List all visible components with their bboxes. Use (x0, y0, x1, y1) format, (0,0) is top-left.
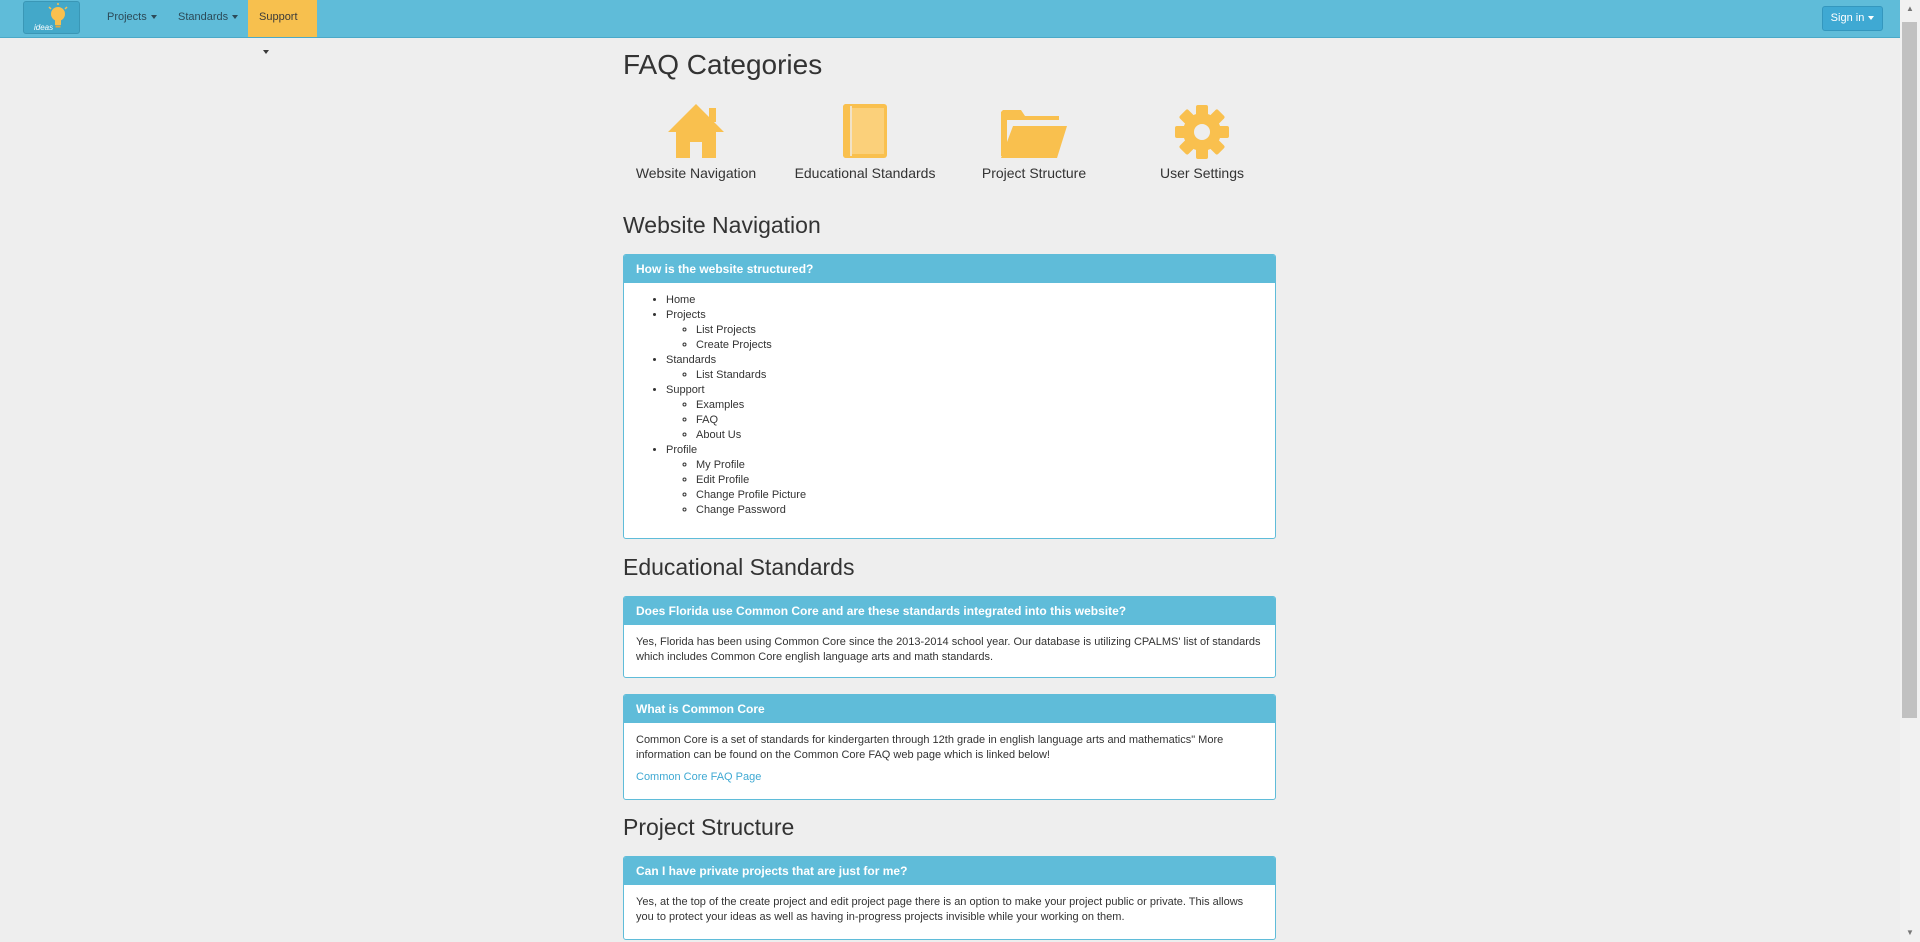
caret-down-icon (263, 50, 269, 55)
faq-answer-text: Common Core is a set of standards for ki… (636, 734, 1224, 761)
top-navbar: ideas Projects Standards Support Sign in (0, 0, 1900, 55)
caret-down-icon (1868, 16, 1875, 21)
list-item: Projects List Projects Create Projects (666, 308, 1263, 353)
caret-down-icon (232, 15, 239, 20)
scroll-up-arrow-icon[interactable]: ▲ (1900, 0, 1920, 18)
faq-answer: Home Projects List Projects Create Proje… (624, 283, 1275, 528)
site-structure-list: Home Projects List Projects Create Proje… (636, 293, 1263, 518)
faq-panel-what-is-common-core: What is Common Core Common Core is a set… (623, 694, 1276, 800)
nav-projects[interactable]: Projects (96, 0, 168, 37)
scroll-thumb[interactable] (1902, 22, 1917, 718)
section-title-educational-standards: Educational Standards (623, 554, 855, 580)
faq-question: What is Common Core (624, 695, 1275, 723)
list-item: List Projects (696, 323, 1263, 338)
list-item: My Profile (696, 458, 1263, 473)
list-item: Profile My Profile Edit Profile Change P… (666, 443, 1263, 518)
faq-panel-common-core-florida: Does Florida use Common Core and are the… (623, 596, 1276, 678)
nav-standards[interactable]: Standards (167, 0, 249, 37)
faq-panel-website-structure: How is the website structured? Home Proj… (623, 254, 1276, 539)
list-item: Home (666, 293, 1263, 308)
faq-answer: Yes, at the top of the create project an… (636, 896, 1244, 923)
faq-question: Can I have private projects that are jus… (624, 857, 1275, 885)
section-title-website-navigation: Website Navigation (623, 212, 821, 238)
category-label: User Settings (1159, 165, 1245, 181)
list-item: Support Examples FAQ About Us (666, 383, 1263, 443)
nav-projects-label: Projects (107, 11, 147, 23)
brand-logo[interactable]: ideas (23, 1, 80, 34)
home-icon (668, 104, 724, 158)
list-item: Change Profile Picture (696, 488, 1263, 503)
faq-panel-private-projects: Can I have private projects that are jus… (623, 856, 1276, 940)
list-item: Standards List Standards (666, 353, 1263, 383)
category-user-settings[interactable]: User Settings (1118, 100, 1286, 181)
faq-answer: Yes, Florida has been using Common Core … (636, 636, 1261, 663)
list-item: Create Projects (696, 338, 1263, 353)
list-item: About Us (696, 428, 1263, 443)
lightbulb-icon: ideas (34, 3, 68, 32)
faq-question: Does Florida use Common Core and are the… (624, 597, 1275, 625)
list-item: Edit Profile (696, 473, 1263, 488)
category-label: Project Structure (981, 165, 1087, 181)
list-item: List Standards (696, 368, 1263, 383)
category-educational-standards[interactable]: Educational Standards (781, 100, 949, 181)
scroll-down-arrow-icon[interactable]: ▼ (1900, 924, 1920, 942)
list-item: Change Password (696, 503, 1263, 518)
caret-down-icon (150, 15, 157, 20)
nav-standards-label: Standards (178, 11, 229, 23)
faq-question: How is the website structured? (624, 255, 1275, 283)
folder-open-icon (1001, 110, 1067, 158)
book-icon (843, 104, 887, 158)
vertical-scrollbar[interactable]: ▲ ▼ (1900, 0, 1920, 942)
sign-in-label: Sign in (1830, 12, 1865, 24)
nav-support[interactable]: Support (248, 0, 317, 55)
category-label: Educational Standards (794, 165, 936, 181)
section-title-project-structure: Project Structure (623, 814, 795, 840)
category-project-structure[interactable]: Project Structure (950, 100, 1118, 181)
list-item: Examples (696, 398, 1263, 413)
page-title: FAQ Categories (623, 49, 823, 80)
gear-icon (1175, 105, 1229, 159)
svg-text:ideas: ideas (34, 23, 53, 32)
nav-support-label: Support (259, 11, 298, 23)
common-core-faq-link[interactable]: Common Core FAQ Page (636, 771, 761, 783)
category-label: Website Navigation (635, 165, 757, 181)
category-website-navigation[interactable]: Website Navigation (612, 100, 780, 181)
list-item: FAQ (696, 413, 1263, 428)
sign-in-button[interactable]: Sign in (1822, 6, 1883, 31)
faq-answer: Common Core is a set of standards for ki… (624, 723, 1275, 795)
